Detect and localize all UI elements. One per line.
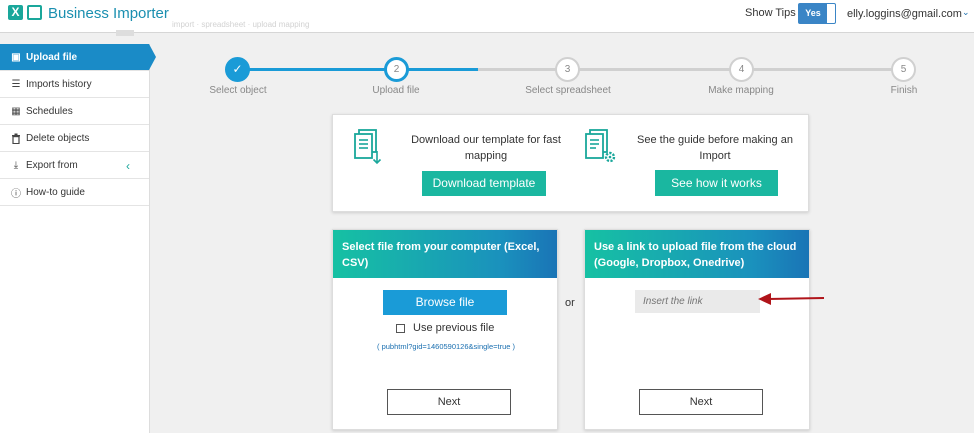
sidebar-item-label: Export from xyxy=(26,159,78,171)
sidebar-item-label: Schedules xyxy=(26,105,73,117)
step-line-pending xyxy=(478,68,904,71)
app-logo[interactable]: X Business Importer xyxy=(8,4,169,22)
template-description: Download our template for fast mapping xyxy=(411,134,561,162)
sidebar-item-label: Delete objects xyxy=(26,132,90,144)
logo-letter: X xyxy=(8,5,23,20)
use-previous-label[interactable]: Use previous file xyxy=(413,322,494,334)
sidebar-item-upload-file[interactable]: ▣ Upload file xyxy=(0,44,156,71)
calendar-icon: ▦ xyxy=(11,105,21,117)
or-separator: or xyxy=(565,297,575,309)
step-5-label: Finish xyxy=(890,85,918,96)
step-2-label: Upload file xyxy=(372,85,420,96)
step-5-circle: 5 xyxy=(891,57,916,82)
chevron-left-icon[interactable]: ‹ xyxy=(126,159,130,173)
sidebar-item-how-to-guide[interactable]: ⓘ How-to guide xyxy=(0,179,149,206)
step-4-circle: 4 xyxy=(729,57,754,82)
link-input[interactable] xyxy=(635,290,760,313)
show-tips-toggle[interactable]: Yes xyxy=(798,3,836,24)
upload-cloud-title: Use a link to upload file from the cloud… xyxy=(585,230,809,278)
progress-stepper: ✓ Select object 2 Upload file 3 Select s… xyxy=(150,44,974,104)
step-4-label: Make mapping xyxy=(708,85,774,96)
file-upload-icon: ▣ xyxy=(11,51,21,63)
step-1-label: Select object xyxy=(209,85,267,96)
document-download-icon xyxy=(354,129,382,165)
toggle-yes: Yes xyxy=(799,4,827,23)
chevron-down-icon[interactable]: ⌄ xyxy=(962,7,970,18)
logo-mark-icon: X xyxy=(8,4,44,22)
step-2-circle: 2 xyxy=(384,57,409,82)
document-settings-icon xyxy=(585,129,616,163)
list-icon: ☰ xyxy=(11,78,21,90)
step-3-circle: 3 xyxy=(555,57,580,82)
step-3-label: Select spreadsheet xyxy=(525,85,611,96)
previous-file-link[interactable]: ( pubhtml?gid=1460590126&single=true ) xyxy=(333,342,559,351)
sidebar-item-delete-objects[interactable]: Delete objects xyxy=(0,125,149,152)
next-button-cloud[interactable]: Next xyxy=(639,389,763,415)
app-title: Business Importer xyxy=(48,4,169,22)
upload-computer-title: Select file from your computer (Excel, C… xyxy=(333,230,557,278)
breadcrumb: import · spreadsheet · upload mapping xyxy=(172,20,310,29)
guide-description: See the guide before making an Import xyxy=(637,134,793,162)
sidebar-item-schedules[interactable]: ▦ Schedules xyxy=(0,98,149,125)
see-how-it-works-button[interactable]: See how it works xyxy=(655,170,778,196)
use-previous-checkbox[interactable] xyxy=(396,324,405,333)
header-tab-handle xyxy=(116,30,134,36)
red-arrow-icon xyxy=(758,293,825,305)
browse-file-button[interactable]: Browse file xyxy=(383,290,507,315)
upload-cloud-card: Use a link to upload file from the cloud… xyxy=(584,229,810,430)
next-button-computer[interactable]: Next xyxy=(387,389,511,415)
download-icon: ⤓ xyxy=(13,159,19,171)
sidebar: ▣ Upload file ☰ Imports history ▦ Schedu… xyxy=(0,44,156,433)
download-template-button[interactable]: Download template xyxy=(422,171,546,196)
info-icon: ⓘ xyxy=(11,188,21,200)
sidebar-item-label: How-to guide xyxy=(26,186,85,198)
trash-icon xyxy=(10,132,22,144)
sidebar-item-label: Upload file xyxy=(26,51,78,63)
step-line-done xyxy=(238,68,478,71)
user-email[interactable]: elly.loggins@gmail.com xyxy=(847,8,962,20)
sidebar-item-label: Imports history xyxy=(26,78,92,90)
show-tips-label: Show Tips xyxy=(745,7,796,19)
sidebar-item-imports-history[interactable]: ☰ Imports history xyxy=(0,71,149,98)
step-1-check-icon: ✓ xyxy=(225,57,250,82)
top-header: X Business Importer import · spreadsheet… xyxy=(0,0,974,33)
template-card: Download our template for fast mapping D… xyxy=(332,114,809,212)
sidebar-item-export-from[interactable]: ⤓ Export from ‹ xyxy=(0,152,149,179)
upload-computer-card: Select file from your computer (Excel, C… xyxy=(332,229,558,430)
